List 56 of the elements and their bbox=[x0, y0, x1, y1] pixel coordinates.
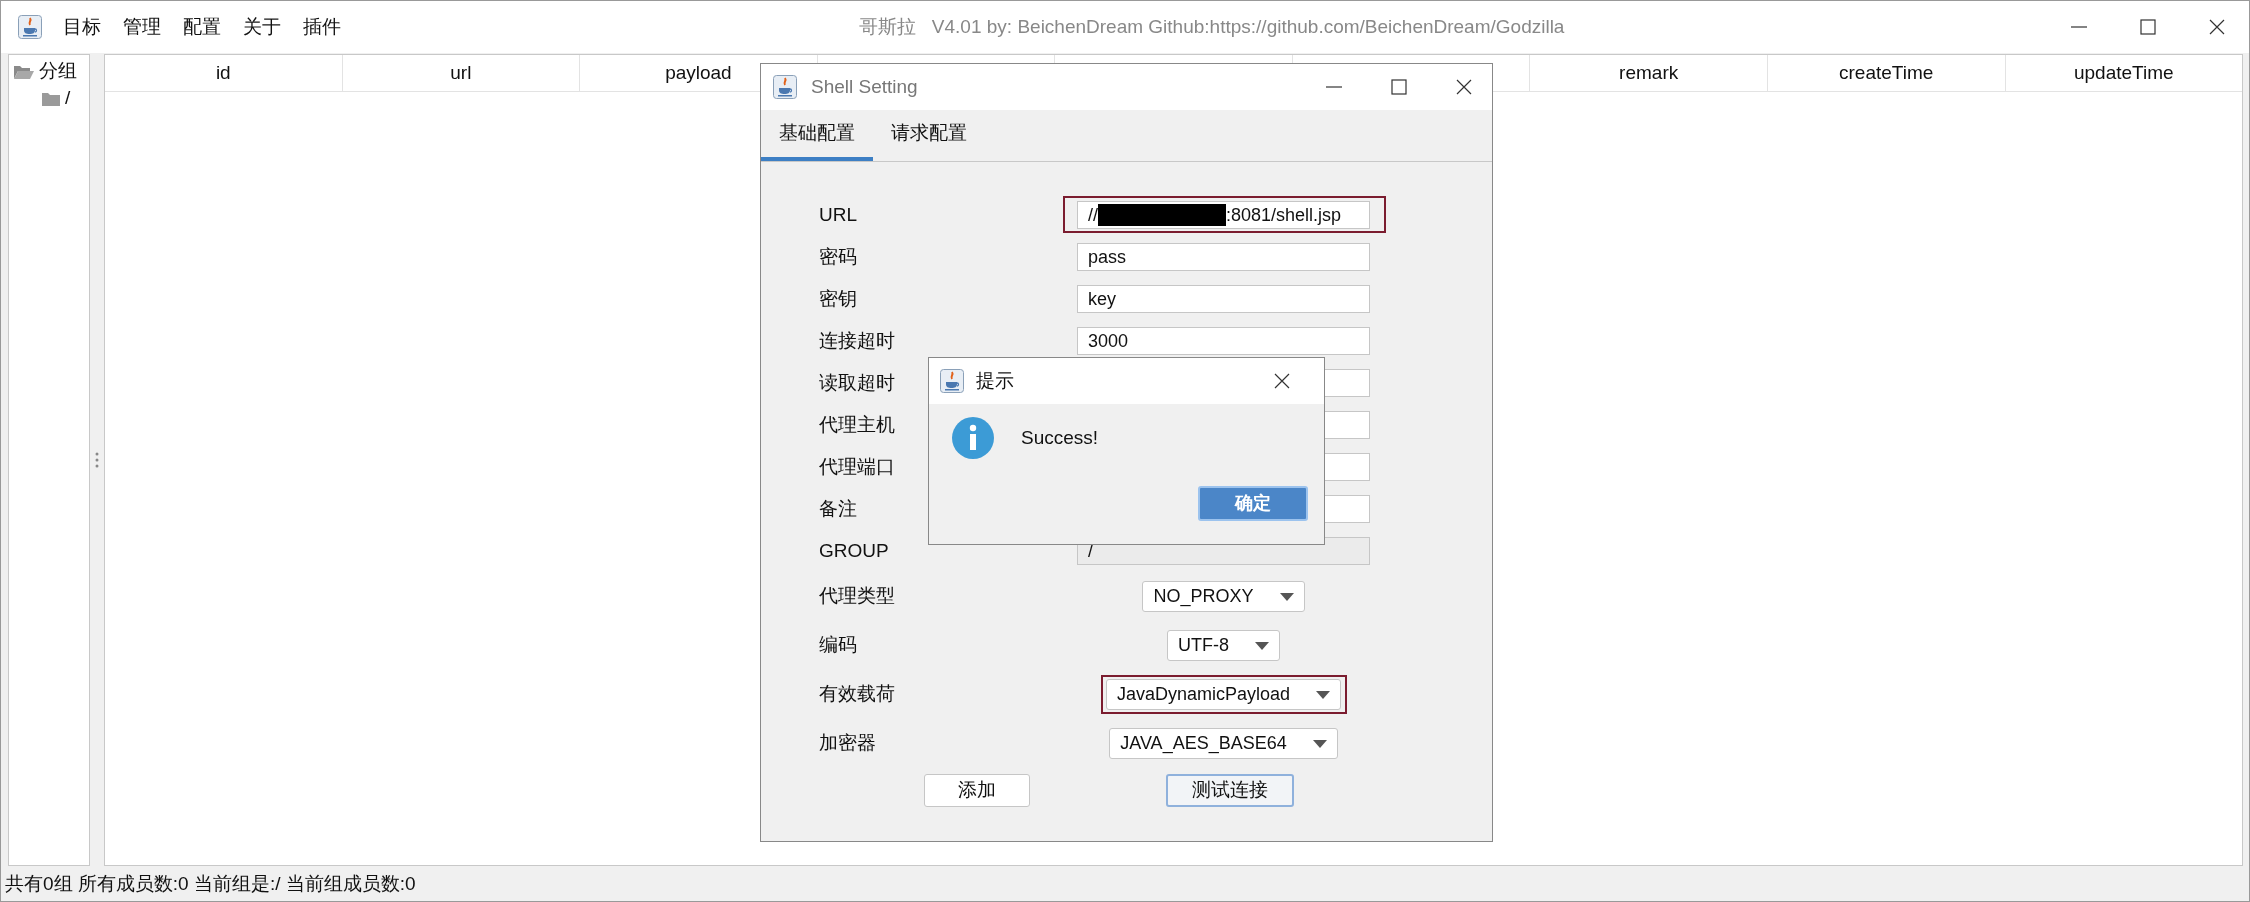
field-label: 加密器 bbox=[819, 731, 876, 756]
splitter-handle-icon[interactable] bbox=[95, 452, 99, 468]
app-icon bbox=[940, 369, 964, 393]
field-label: 有效载荷 bbox=[819, 682, 895, 707]
column-header[interactable]: id bbox=[105, 55, 342, 91]
field-label: URL bbox=[819, 202, 857, 227]
dropdown[interactable]: JAVA_AES_BASE64 bbox=[1109, 728, 1338, 759]
input-field[interactable]: 3000 bbox=[1077, 327, 1370, 355]
tree-item[interactable]: / bbox=[65, 84, 71, 113]
close-icon[interactable] bbox=[2207, 17, 2227, 37]
menu-item[interactable]: 插件 bbox=[292, 10, 352, 44]
maximize-icon[interactable] bbox=[1389, 77, 1409, 97]
field-label: 密钥 bbox=[819, 286, 857, 311]
menu-item[interactable]: 关于 bbox=[232, 10, 292, 44]
input-field[interactable]: key bbox=[1077, 285, 1370, 313]
dropdown[interactable]: UTF-8 bbox=[1167, 630, 1280, 661]
input-field[interactable]: // :8081/shell.jsp bbox=[1077, 201, 1370, 229]
field-label: 连接超时 bbox=[819, 328, 895, 353]
maximize-icon[interactable] bbox=[2138, 17, 2158, 37]
input-field[interactable]: pass bbox=[1077, 243, 1370, 271]
field-label: 密码 bbox=[819, 244, 857, 269]
field-label: 代理端口 bbox=[819, 454, 895, 479]
button[interactable]: 添加 bbox=[924, 773, 1030, 807]
field-label: GROUP bbox=[819, 538, 889, 563]
close-icon[interactable] bbox=[1454, 77, 1474, 97]
app-icon bbox=[18, 15, 42, 39]
caret-icon bbox=[1279, 592, 1294, 601]
tab[interactable]: 请求配置 bbox=[873, 110, 985, 161]
button[interactable]: 测试连接 bbox=[1166, 773, 1294, 807]
menu-item[interactable]: 管理 bbox=[112, 10, 172, 44]
message-text: Success! bbox=[1021, 425, 1099, 450]
app-icon bbox=[773, 75, 797, 99]
field-label: 代理类型 bbox=[819, 584, 895, 609]
column-header[interactable]: createTime bbox=[1766, 55, 2005, 91]
menu-item[interactable]: 配置 bbox=[172, 10, 232, 44]
field-label: 读取超时 bbox=[819, 370, 895, 395]
close-icon[interactable] bbox=[1272, 371, 1292, 391]
column-header[interactable]: url bbox=[341, 55, 580, 91]
dropdown[interactable]: NO_PROXY bbox=[1142, 581, 1305, 612]
ok-button[interactable]: 确定 bbox=[1198, 486, 1308, 521]
caret-icon bbox=[1312, 739, 1327, 748]
dialog-title: 提示 bbox=[976, 368, 1014, 393]
caret-icon bbox=[1316, 690, 1331, 699]
caret-icon bbox=[1255, 641, 1269, 650]
field-label: 代理主机 bbox=[819, 412, 895, 437]
field-label: 编码 bbox=[819, 633, 857, 658]
column-header[interactable]: remark bbox=[1529, 55, 1767, 91]
status-bar-text: 共有0组 所有成员数:0 当前组是:/ 当前组成员数:0 bbox=[5, 871, 416, 896]
column-header[interactable]: updateTime bbox=[2004, 55, 2243, 91]
tab[interactable]: 基础配置 bbox=[761, 110, 873, 161]
tree-item[interactable]: 分组 bbox=[39, 57, 77, 86]
window-title: 哥斯拉 V4.01 by: BeichenDream Github:https://github.com/BeichenDream/Godzilla bbox=[859, 14, 1565, 39]
menu-item[interactable]: 目标 bbox=[52, 10, 112, 44]
field-label: 备注 bbox=[819, 496, 857, 521]
info-icon bbox=[951, 416, 995, 460]
dropdown[interactable]: JavaDynamicPayload bbox=[1105, 679, 1342, 710]
